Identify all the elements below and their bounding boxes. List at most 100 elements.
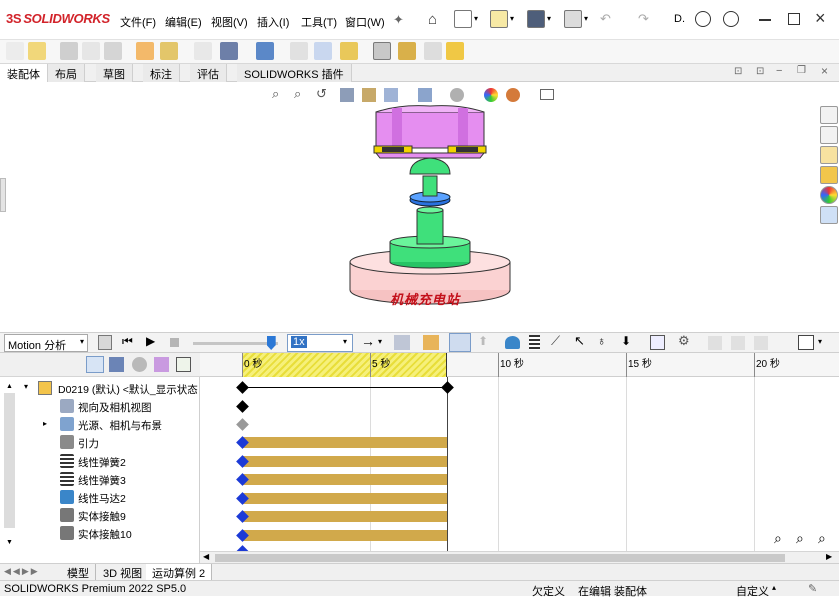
undo-icon[interactable]: ↶ (600, 11, 611, 27)
scrollbar-thumb[interactable] (215, 554, 785, 562)
tree-item[interactable]: 引力 (0, 433, 198, 451)
exploded-view-icon[interactable] (340, 42, 358, 60)
previous-view-icon[interactable]: ↺ (316, 86, 327, 102)
expand-motion-icon[interactable] (731, 336, 745, 350)
timeline-bar[interactable] (243, 474, 447, 485)
panel-collapse-handle[interactable] (0, 178, 6, 212)
zoom-out-icon[interactable]: ⌕ (818, 530, 826, 547)
toggle-panel-icon[interactable] (798, 335, 814, 350)
autokey-icon[interactable] (449, 333, 471, 352)
new-motion-study-icon[interactable] (290, 42, 308, 60)
chevron-down-icon[interactable]: ▾ (378, 337, 382, 346)
scroll-up-icon[interactable]: ▲ (4, 383, 15, 393)
pane-next-icon[interactable]: ⊡ (756, 66, 764, 77)
pane-prev-icon[interactable]: ⊡ (734, 66, 742, 77)
tab-markup[interactable]: 标注 (143, 64, 180, 82)
zoom-to-fit-icon[interactable]: ⌕ (774, 530, 782, 547)
timeline-bar[interactable] (243, 437, 447, 448)
spring-tool-icon[interactable] (529, 335, 540, 350)
solidworks-resources-icon[interactable] (820, 106, 838, 124)
menu-edit[interactable]: 编辑(E) (165, 14, 202, 30)
redo-icon[interactable]: ↷ (638, 11, 649, 27)
minimize-icon[interactable] (759, 19, 771, 21)
collapse-icon[interactable]: ▾ (24, 382, 28, 391)
tree-item[interactable]: 线性弹簧2 (0, 452, 198, 470)
pin-icon[interactable]: ✦ (393, 12, 404, 28)
animation-wizard-icon[interactable] (423, 335, 439, 350)
close-icon[interactable]: × (815, 8, 826, 29)
graphics-area[interactable]: ⌕ ⌕ ↺ 机械充电站 (0, 82, 818, 332)
tree-item[interactable]: ▸ 光源、相机与布景 (0, 415, 198, 433)
filter-results-icon[interactable] (154, 357, 169, 372)
tab-sketch[interactable]: 草图 (96, 64, 133, 82)
key-point[interactable] (236, 418, 249, 431)
timeline-bar[interactable] (243, 456, 447, 467)
linear-pattern-icon[interactable] (104, 42, 122, 60)
assembly-features-icon[interactable] (220, 42, 238, 60)
save-icon[interactable] (527, 10, 545, 28)
key-point[interactable] (236, 381, 249, 394)
doc-close-icon[interactable]: × (821, 64, 828, 78)
tab-motion-study-2[interactable]: 运动算例 2 (146, 564, 213, 580)
gravity-tool-icon[interactable]: ⬇ (621, 334, 631, 348)
help-icon[interactable] (695, 11, 711, 27)
autofit-icon[interactable] (176, 357, 191, 372)
timeline-ruler[interactable]: 0 秒 5 秒 10 秒 15 秒 20 秒 (200, 353, 839, 377)
instant3d-icon[interactable] (373, 42, 391, 60)
file-explorer-icon[interactable] (820, 146, 838, 164)
menu-insert[interactable]: 插入(I) (257, 14, 289, 30)
tree-item[interactable]: 线性弹簧3 (0, 470, 198, 488)
bill-of-materials-icon[interactable] (314, 42, 332, 60)
playback-speed-select[interactable]: 1x ▾ (287, 334, 353, 352)
calculate-icon[interactable] (98, 335, 112, 350)
key-point[interactable] (236, 400, 249, 413)
apply-scene-icon[interactable] (506, 88, 520, 102)
zoom-in-icon[interactable]: ⌕ (796, 530, 804, 547)
chevron-down-icon[interactable]: ▾ (584, 14, 588, 23)
appearances-icon[interactable] (820, 186, 838, 204)
playback-slider-handle[interactable] (266, 336, 276, 350)
results-plots-icon[interactable] (650, 335, 665, 350)
edit-component-icon[interactable] (6, 42, 24, 60)
motion-timeline[interactable]: 0 秒 5 秒 10 秒 15 秒 20 秒 (200, 353, 839, 563)
tree-item[interactable]: 实体接触10 (0, 524, 198, 542)
display-style-icon[interactable] (418, 88, 432, 102)
view-orientation-icon[interactable] (384, 88, 398, 102)
study-type-select[interactable]: Motion 分析 ▾ (4, 334, 88, 352)
time-bar[interactable] (447, 377, 448, 557)
maximize-icon[interactable] (788, 13, 800, 25)
tab-model[interactable]: 模型 (61, 564, 96, 580)
tab-3d-views[interactable]: 3D 视图 (97, 564, 150, 580)
view-settings-icon[interactable] (540, 89, 554, 100)
tree-item[interactable]: 线性马达2 (0, 488, 198, 506)
doc-restore-icon[interactable]: ❐ (797, 65, 806, 76)
menu-overflow[interactable]: D. (674, 13, 685, 25)
key-point[interactable] (441, 381, 454, 394)
tab-scroll-icon[interactable]: ◀◀▶▶ (4, 566, 40, 577)
save-animation-icon[interactable] (394, 335, 410, 350)
smart-fasteners-icon[interactable] (136, 42, 154, 60)
edit-appearance-icon[interactable] (484, 88, 498, 102)
large-assembly-icon[interactable] (446, 42, 464, 60)
component-preview-icon[interactable] (82, 42, 100, 60)
show-hidden-icon[interactable] (194, 42, 212, 60)
motion-options-icon[interactable] (754, 336, 768, 350)
assembly-model[interactable] (330, 102, 530, 312)
expand-icon[interactable]: ▸ (43, 419, 47, 428)
tab-solidworks-addins[interactable]: SOLIDWORKS 插件 (237, 64, 352, 82)
status-under-defined[interactable]: 欠定义 (532, 583, 565, 599)
reference-geometry-icon[interactable] (256, 42, 274, 60)
chevron-down-icon[interactable]: ▾ (474, 14, 478, 23)
timeline-bar[interactable] (243, 511, 447, 522)
move-component-icon[interactable] (160, 42, 178, 60)
timeline-bar[interactable] (243, 530, 447, 541)
playback-mode-icon[interactable]: → (361, 333, 375, 349)
zoom-to-area-icon[interactable]: ⌕ (294, 86, 301, 102)
tree-item[interactable]: 视向及相机视图 (0, 397, 198, 415)
new-document-icon[interactable] (454, 10, 472, 28)
menu-window[interactable]: 窗口(W) (345, 14, 385, 30)
filter-driving-icon[interactable] (109, 357, 124, 372)
take-snapshot-icon[interactable] (424, 42, 442, 60)
chevron-up-icon[interactable]: ▴ (772, 583, 776, 592)
tab-evaluate[interactable]: 评估 (190, 64, 227, 82)
